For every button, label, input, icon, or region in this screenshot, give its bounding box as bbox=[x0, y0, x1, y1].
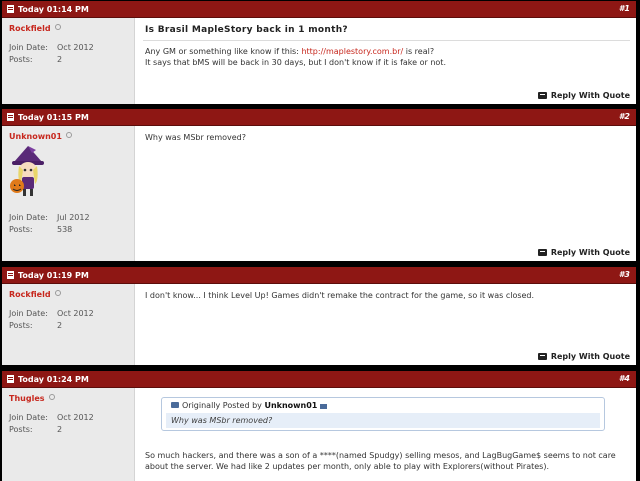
reply-with-quote-button[interactable]: Reply With Quote bbox=[537, 352, 630, 361]
post-count: Posts: 2 bbox=[9, 55, 63, 64]
reply-quote-icon bbox=[537, 353, 547, 360]
post-header: Today 01:19 PM #3 bbox=[2, 267, 636, 284]
title-divider bbox=[143, 40, 630, 41]
quote-block: Originally Posted by Unknown01 Why was M… bbox=[161, 397, 605, 431]
user-sidebar: Thugles Join Date: Oct 2012 Posts: 2 bbox=[2, 388, 135, 481]
post-content: I don't know... I think Level Up! Games … bbox=[135, 284, 636, 365]
post-header: Today 01:14 PM #1 bbox=[2, 1, 636, 18]
post-date: Today 01:14 PM bbox=[18, 5, 89, 14]
reply-quote-icon bbox=[537, 92, 547, 99]
online-status-icon bbox=[48, 394, 55, 400]
online-status-icon bbox=[54, 290, 61, 296]
user-avatar[interactable] bbox=[8, 146, 48, 198]
join-date: Join Date: Oct 2012 bbox=[9, 413, 94, 422]
post-count: Posts: 2 bbox=[9, 425, 63, 434]
post-number-link[interactable]: #4 bbox=[619, 374, 630, 383]
username-link[interactable]: Unknown01 bbox=[9, 132, 62, 141]
user-sidebar: Unknown01 Join Date: Jul 2012 Posts: 538 bbox=[2, 126, 135, 261]
join-date: Join Date: Jul 2012 bbox=[9, 213, 90, 222]
post-document-icon bbox=[7, 271, 14, 279]
post-message: Why was MSbr removed? bbox=[145, 133, 247, 142]
username-link[interactable]: Thugles bbox=[9, 394, 45, 403]
quote-text: Why was MSbr removed? bbox=[166, 413, 600, 428]
post-header: Today 01:15 PM #2 bbox=[2, 109, 636, 126]
post-count: Posts: 538 bbox=[9, 225, 73, 234]
post-header: Today 01:24 PM #4 bbox=[2, 371, 636, 388]
post-4: Today 01:24 PM #4 Thugles Join Date: Oct … bbox=[2, 371, 636, 481]
username-link[interactable]: Rockfield bbox=[9, 24, 51, 33]
post-date: Today 01:24 PM bbox=[18, 375, 89, 384]
username-link[interactable]: Rockfield bbox=[9, 290, 51, 299]
online-status-icon bbox=[54, 24, 61, 30]
user-sidebar: Rockfield Join Date: Oct 2012 Posts: 2 bbox=[2, 284, 135, 365]
post-content: Originally Posted by Unknown01 Why was M… bbox=[135, 388, 636, 481]
post-document-icon bbox=[7, 113, 14, 121]
quote-author: Unknown01 bbox=[264, 401, 318, 410]
post-document-icon bbox=[7, 375, 14, 383]
view-post-arrow-icon[interactable] bbox=[320, 404, 328, 409]
post-3: Today 01:19 PM #3 Rockfield Join Date: Oc… bbox=[2, 267, 636, 365]
maplestory-link[interactable]: http://maplestory.com.br/ bbox=[301, 47, 403, 56]
quote-header: Originally Posted by Unknown01 bbox=[171, 401, 328, 410]
reply-with-quote-button[interactable]: Reply With Quote bbox=[537, 248, 630, 257]
post-count: Posts: 2 bbox=[9, 321, 63, 330]
quote-icon bbox=[171, 402, 179, 408]
post-2: Today 01:15 PM #2 Unknown01 Join Date: J… bbox=[2, 109, 636, 261]
post-content: Why was MSbr removed? Reply With Quote bbox=[135, 126, 636, 261]
post-1: Today 01:14 PM #1 Rockfield Join Date: Oc… bbox=[2, 1, 636, 104]
post-message: I don't know... I think Level Up! Games … bbox=[145, 291, 535, 300]
join-date: Join Date: Oct 2012 bbox=[9, 309, 94, 318]
reply-quote-icon bbox=[537, 249, 547, 256]
post-number-link[interactable]: #1 bbox=[619, 4, 630, 13]
reply-with-quote-button[interactable]: Reply With Quote bbox=[537, 91, 630, 100]
post-document-icon bbox=[7, 5, 14, 13]
post-date: Today 01:15 PM bbox=[18, 113, 89, 122]
post-message: So much hackers, and there was a son of … bbox=[145, 451, 616, 471]
post-title: Is Brasil MapleStory back in 1 month? bbox=[145, 25, 348, 35]
online-status-icon bbox=[65, 132, 72, 138]
post-number-link[interactable]: #2 bbox=[619, 112, 630, 121]
post-number-link[interactable]: #3 bbox=[619, 270, 630, 279]
user-sidebar: Rockfield Join Date: Oct 2012 Posts: 2 bbox=[2, 18, 135, 104]
post-content: Is Brasil MapleStory back in 1 month? An… bbox=[135, 18, 636, 104]
post-message: Any GM or something like know if this: h… bbox=[145, 47, 446, 67]
join-date: Join Date: Oct 2012 bbox=[9, 43, 94, 52]
post-date: Today 01:19 PM bbox=[18, 271, 89, 280]
